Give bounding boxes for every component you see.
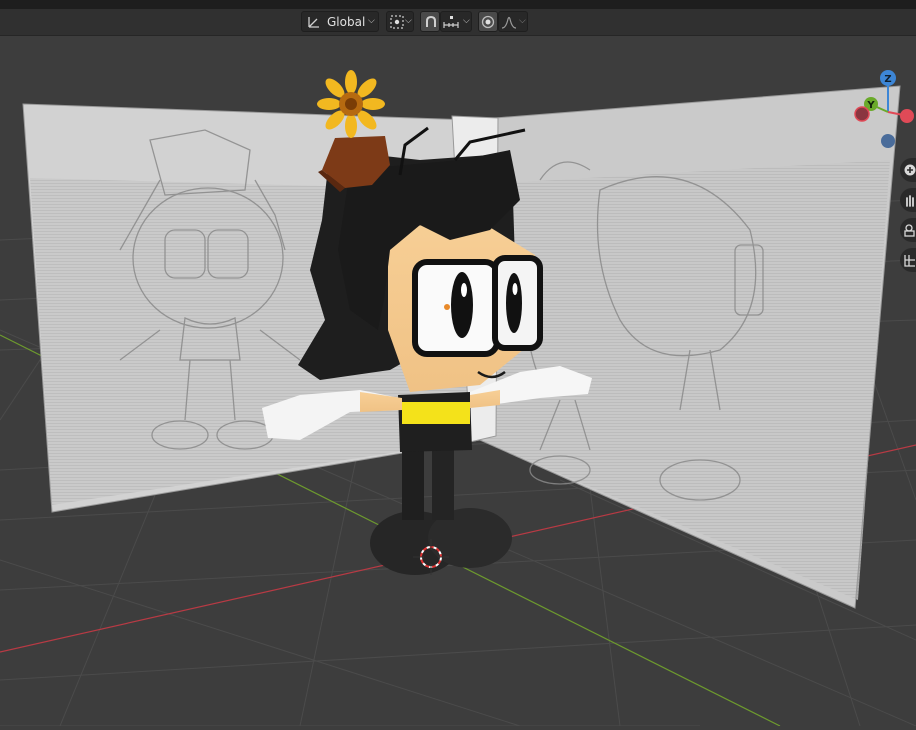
proportional-falloff-dropdown[interactable]: ⌵ [498,11,528,32]
chevron-down-icon: ⌵ [368,16,375,26]
gizmo-neg-z-axis[interactable] [881,134,895,148]
origin-point [444,304,450,310]
snap-increment-icon [443,15,459,28]
snap-icon [426,15,436,27]
proportional-editing-icon [481,15,495,28]
grid-ortho-icon [904,255,915,267]
pan-hand-icon [906,195,914,207]
falloff-curve-icon [501,16,517,29]
chevron-down-icon: ⌵ [405,16,412,26]
proportional-editing-toggle[interactable] [478,11,498,32]
sunflower-model[interactable] [317,70,385,138]
viewport-header-toolbar: Global ⌵ ⌵ ⌵ ⌵ [0,9,916,36]
pivot-point-dropdown[interactable]: ⌵ [386,11,414,32]
transform-orientation-label: Global [327,14,366,29]
zoom-icon [904,164,916,176]
transform-orientation-icon [308,16,319,28]
snap-target-dropdown[interactable]: ⌵ [440,11,472,32]
camera-view-icon [904,224,915,237]
snap-toggle[interactable] [420,11,440,32]
top-strip [0,0,916,9]
chevron-down-icon: ⌵ [463,16,470,26]
chevron-down-icon: ⌵ [519,16,526,26]
pivot-point-icon [390,14,404,29]
viewport-canvas[interactable]: Z Y [0,0,916,727]
transform-orientation-dropdown[interactable]: Global ⌵ [301,11,379,32]
gizmo-x-axis[interactable] [900,109,914,123]
3d-viewport[interactable]: Z Y [0,0,916,727]
gizmo-z-label: Z [884,74,891,85]
gizmo-neg-x-axis[interactable] [854,106,870,122]
